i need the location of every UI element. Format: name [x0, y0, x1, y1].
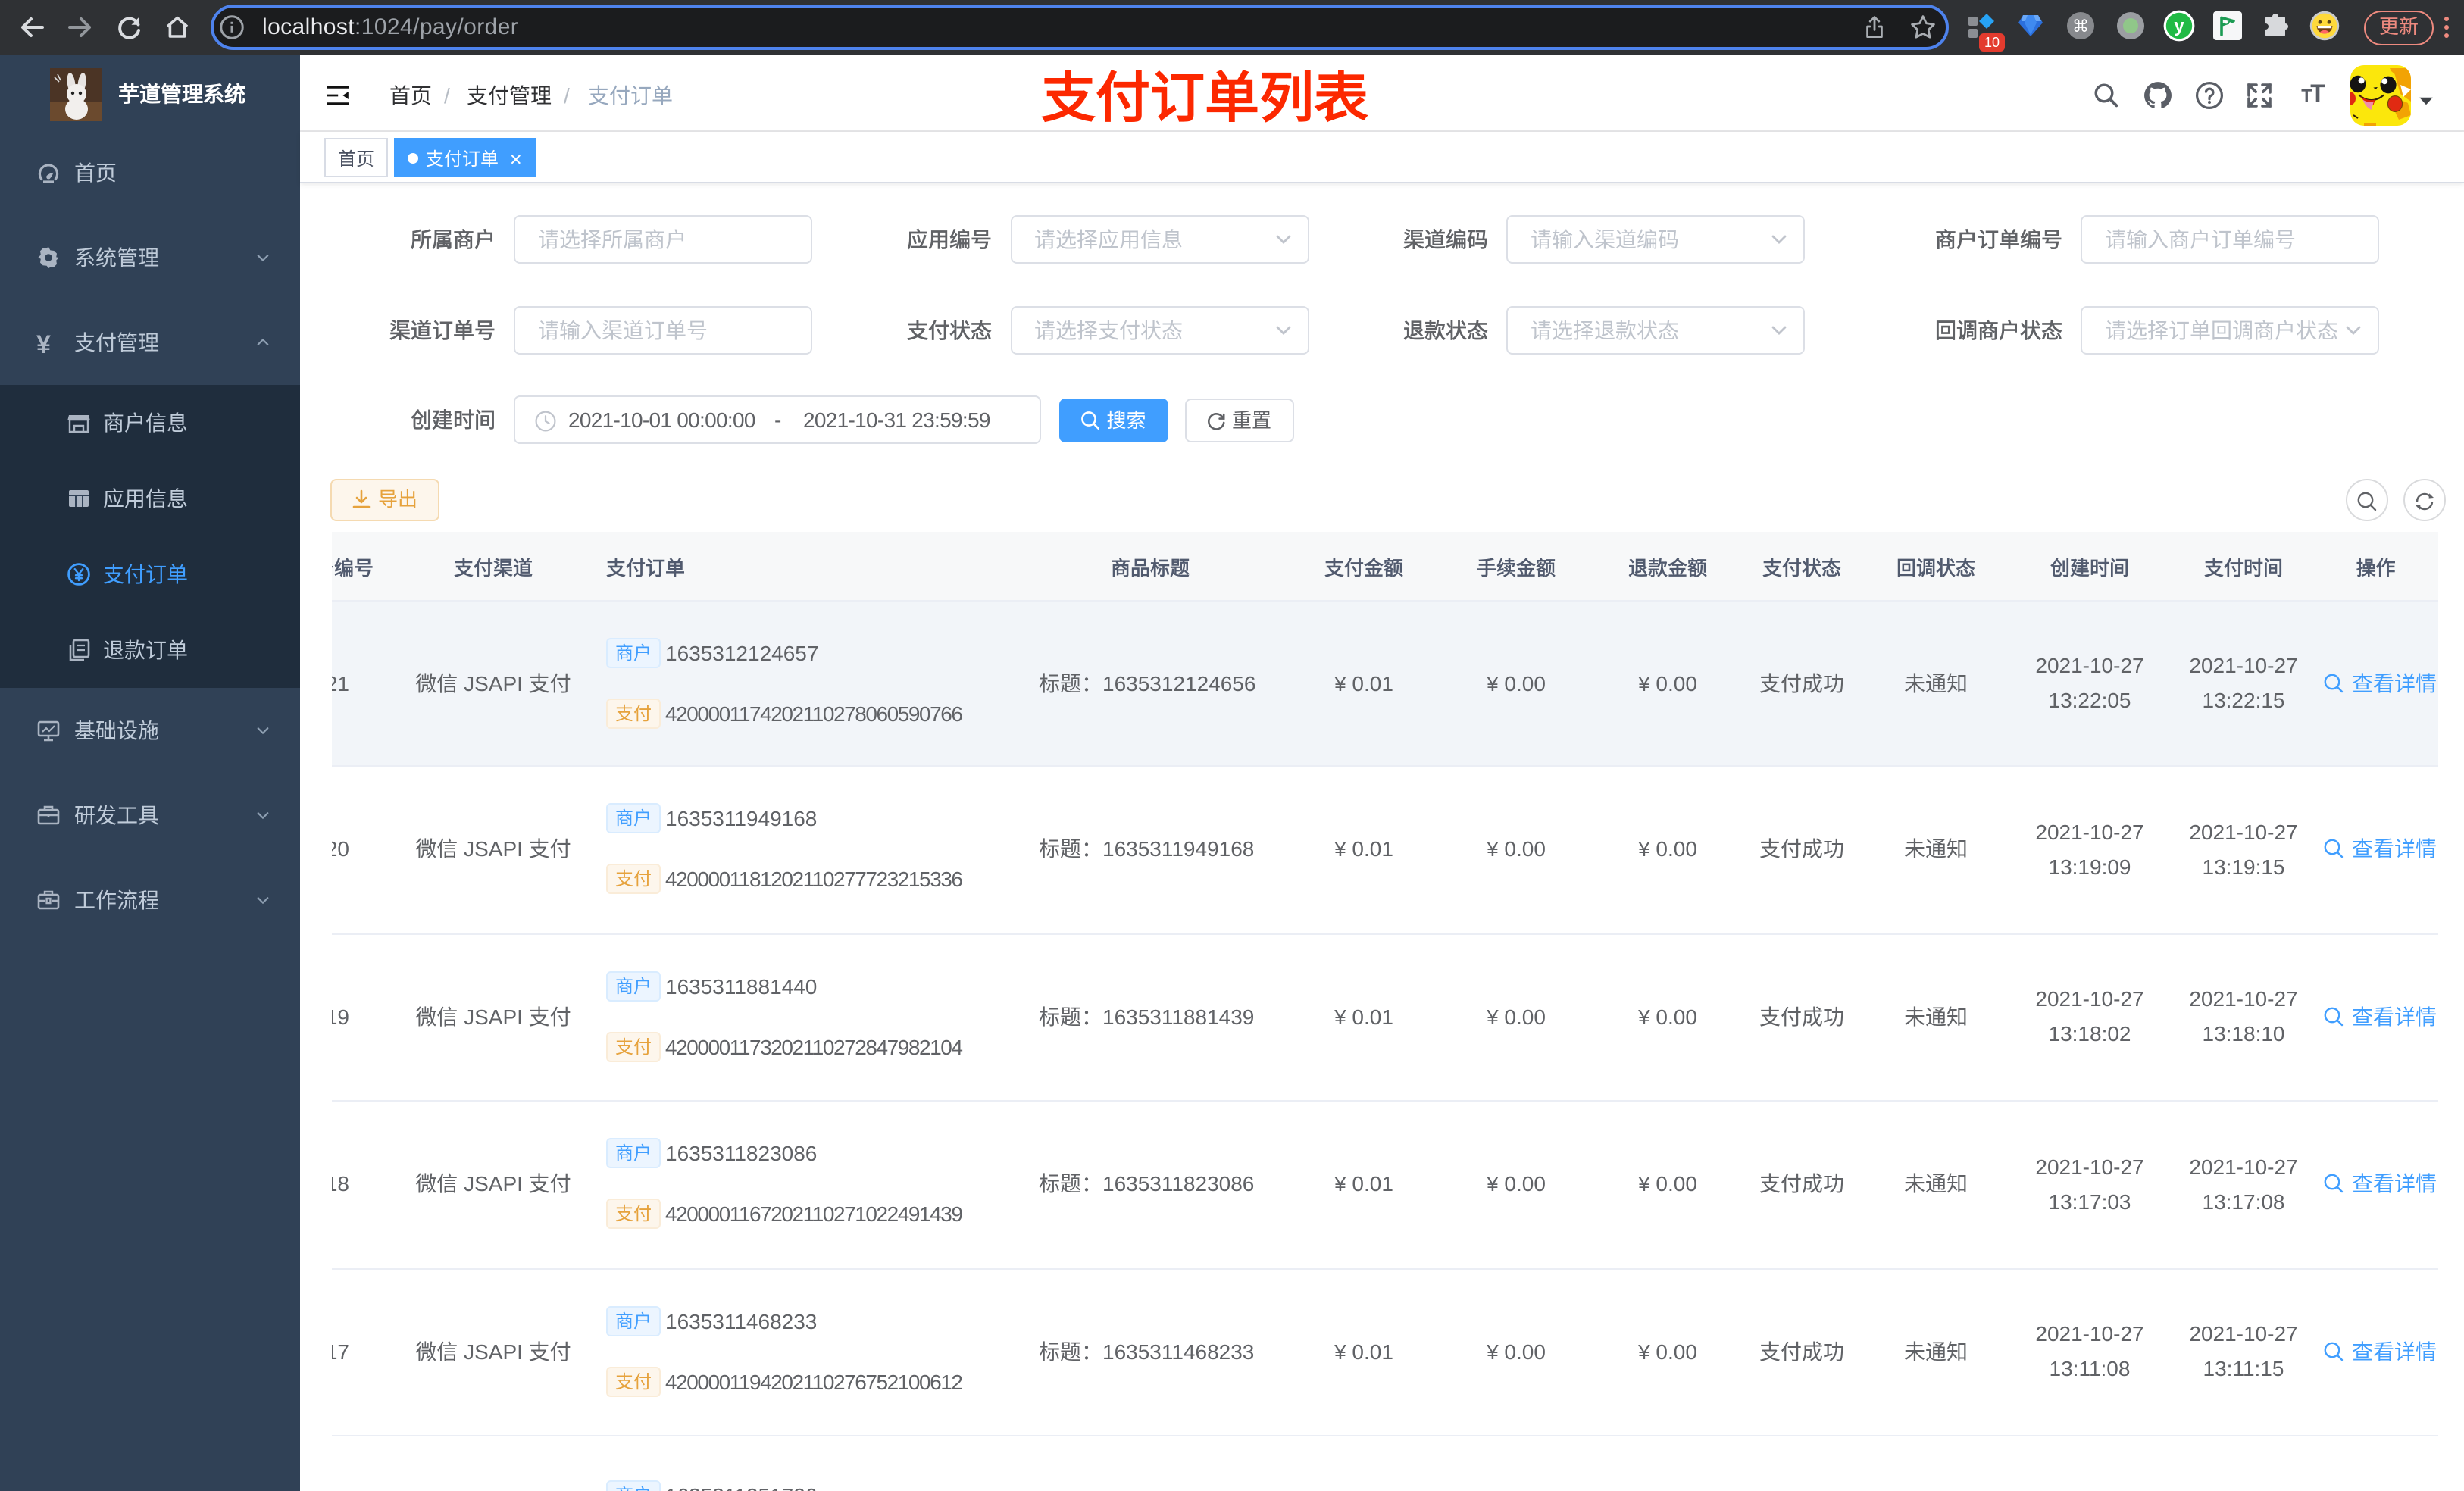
svg-text:⌘: ⌘: [2072, 17, 2089, 36]
svg-text:y: y: [2174, 16, 2184, 36]
